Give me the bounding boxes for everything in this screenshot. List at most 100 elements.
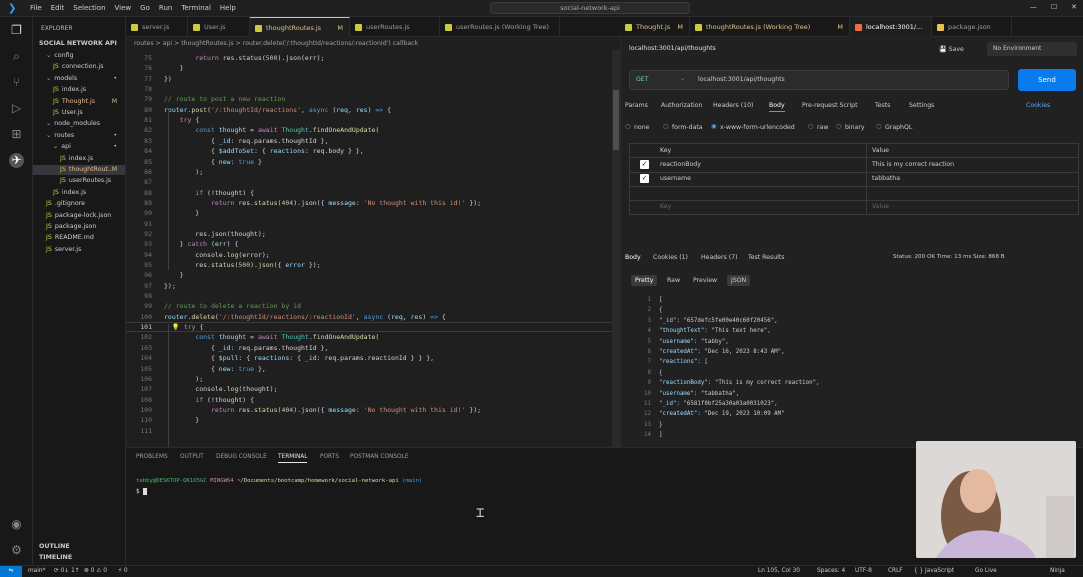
- run-debug-icon[interactable]: ▷: [9, 101, 24, 116]
- code-line[interactable]: res.json(thought);: [164, 230, 265, 238]
- kv-value[interactable]: This is my correct reaction: [872, 161, 954, 168]
- code-line[interactable]: { $addToSet: { reactions: req.body } },: [164, 147, 364, 155]
- chevron-down-icon[interactable]: ⌄: [680, 75, 685, 82]
- radio-xwwwformurlencoded[interactable]: ◉: [711, 123, 716, 130]
- radio-binary[interactable]: ○: [836, 123, 841, 130]
- editor-scrollbar[interactable]: [612, 50, 620, 447]
- code-line[interactable]: }: [164, 416, 199, 424]
- code-line[interactable]: try {: [164, 116, 200, 124]
- code-line[interactable]: if (!thought) {: [164, 396, 254, 404]
- response-tab[interactable]: Headers (7): [701, 254, 738, 261]
- response-tab[interactable]: Test Results: [748, 254, 785, 261]
- code-line[interactable]: const thought = await Thought.findOneAnd…: [164, 126, 379, 134]
- tree-item[interactable]: JS package.json: [46, 223, 96, 230]
- code-line[interactable]: const thought = await Thought.findOneAnd…: [164, 333, 379, 341]
- code-line[interactable]: console.log(thought);: [164, 385, 277, 393]
- settings-gear-icon[interactable]: ⚙: [9, 543, 24, 558]
- kv-value[interactable]: tabbatha: [872, 175, 900, 182]
- radio-none[interactable]: ○: [625, 123, 630, 130]
- code-line[interactable]: );: [164, 168, 203, 176]
- menu-item-file[interactable]: File: [30, 4, 42, 12]
- right-editor-tab[interactable]: localhost:3001/...: [850, 17, 932, 37]
- status-right-item[interactable]: CRLF: [888, 568, 903, 574]
- code-line[interactable]: if (!thought) {: [164, 189, 254, 197]
- code-line[interactable]: { $pull: { reactions: { _id: req.params.…: [164, 354, 434, 362]
- tree-item[interactable]: JS package-lock.json: [46, 212, 111, 219]
- request-tab[interactable]: Params: [625, 102, 648, 109]
- cookies-link[interactable]: Cookies: [1026, 102, 1050, 109]
- editor-tab[interactable]: thoughtRoutes.js M: [250, 17, 350, 37]
- status-left-item[interactable]: ⚡ 0: [118, 568, 128, 574]
- panel-tab[interactable]: POSTMAN CONSOLE: [350, 454, 409, 460]
- menu-item-edit[interactable]: Edit: [51, 4, 65, 12]
- send-button[interactable]: Send: [1018, 69, 1076, 91]
- code-line[interactable]: res.status(500).json({ error });: [164, 261, 320, 269]
- kv-value-placeholder[interactable]: Value: [872, 203, 889, 210]
- search-icon[interactable]: ⌕: [9, 49, 24, 64]
- code-line[interactable]: { new: true }: [164, 158, 262, 166]
- code-line[interactable]: 💡 try {: [164, 323, 204, 331]
- account-icon[interactable]: ◉: [9, 517, 24, 532]
- menu-item-selection[interactable]: Selection: [73, 4, 105, 12]
- tree-item[interactable]: JS index.js: [53, 189, 86, 196]
- status-right-item[interactable]: UTF-8: [855, 568, 872, 574]
- tree-item[interactable]: JS userRoutes.js: [60, 177, 111, 184]
- code-line[interactable]: });: [164, 282, 176, 290]
- menu-item-go[interactable]: Go: [140, 4, 150, 12]
- url-input[interactable]: localhost:3001/api/thoughts: [698, 76, 785, 83]
- tree-item[interactable]: ⌄ routes: [46, 132, 74, 139]
- tree-item[interactable]: JS connection.js: [53, 63, 104, 70]
- maximize-icon[interactable]: ☐: [1051, 3, 1057, 11]
- extensions-icon[interactable]: ⊞: [9, 127, 24, 142]
- save-button[interactable]: 💾 Save: [939, 45, 964, 53]
- right-editor-tab[interactable]: package.json: [932, 17, 1012, 37]
- status-right-item[interactable]: Go Live: [975, 568, 997, 574]
- code-line[interactable]: return res.status(404).json({ message: '…: [164, 406, 481, 414]
- menu-item-view[interactable]: View: [115, 4, 132, 12]
- checkbox-checked-icon[interactable]: ✓: [640, 174, 649, 183]
- tree-item[interactable]: JS .gitignore: [46, 200, 85, 207]
- status-left-item[interactable]: main*: [28, 568, 45, 574]
- panel-tab[interactable]: OUTPUT: [180, 454, 204, 460]
- tree-item[interactable]: ⌄ node_modules: [46, 120, 100, 127]
- editor-tab[interactable]: User.js: [188, 17, 250, 37]
- code-line[interactable]: router.delete('/:thoughtId/reactions/:re…: [164, 313, 446, 321]
- status-left-item[interactable]: ⊗ 0 ⚠ 0: [84, 568, 107, 574]
- code-line[interactable]: }: [164, 64, 184, 72]
- menu-item-run[interactable]: Run: [159, 4, 172, 12]
- status-left-item[interactable]: ⟳ 0↓ 1↑: [54, 568, 80, 574]
- status-right-item[interactable]: { } JavaScript: [914, 568, 954, 574]
- view-tab-raw[interactable]: Raw: [663, 275, 684, 286]
- status-right-item[interactable]: Ln 105, Col 30: [758, 568, 800, 574]
- panel-tab[interactable]: PORTS: [320, 454, 339, 460]
- source-control-icon[interactable]: ⑂: [9, 75, 24, 90]
- code-line[interactable]: );: [164, 375, 203, 383]
- panel-tab[interactable]: TERMINAL: [278, 454, 308, 463]
- code-line[interactable]: router.post('/:thoughtId/reactions', asy…: [164, 106, 391, 114]
- remote-indicator-icon[interactable]: ⇋: [0, 566, 22, 577]
- minimize-icon[interactable]: —: [1030, 3, 1037, 11]
- panel-tab[interactable]: PROBLEMS: [136, 454, 168, 460]
- menu-item-terminal[interactable]: Terminal: [181, 4, 211, 12]
- view-tab-pretty[interactable]: Pretty: [631, 275, 658, 286]
- panel-tab[interactable]: DEBUG CONSOLE: [216, 454, 267, 460]
- response-tab[interactable]: Body: [625, 254, 641, 261]
- view-tab-preview[interactable]: Preview: [689, 275, 721, 286]
- right-editor-tab[interactable]: Thought.js M: [620, 17, 690, 37]
- method-select[interactable]: GET: [636, 76, 648, 83]
- code-line[interactable]: }: [164, 271, 184, 279]
- tree-item[interactable]: JS User.js: [53, 109, 83, 116]
- tree-item[interactable]: JS Thought.js: [53, 98, 95, 105]
- tree-item[interactable]: ⌄ models: [46, 75, 77, 82]
- kv-key[interactable]: username: [660, 175, 691, 182]
- view-tab-json[interactable]: JSON: [727, 275, 751, 286]
- tree-item[interactable]: ⌄ config: [46, 52, 74, 59]
- radio-formdata[interactable]: ○: [663, 123, 668, 130]
- command-center-search[interactable]: social-network-api: [490, 2, 690, 14]
- request-tab[interactable]: Pre-request Script: [802, 102, 858, 109]
- tree-item[interactable]: JS thoughtRout...: [60, 166, 114, 173]
- close-icon[interactable]: ✕: [1071, 3, 1077, 11]
- code-line[interactable]: }): [164, 75, 172, 83]
- editor-tab[interactable]: server.js: [126, 17, 188, 37]
- request-tab[interactable]: Headers (10): [713, 102, 753, 109]
